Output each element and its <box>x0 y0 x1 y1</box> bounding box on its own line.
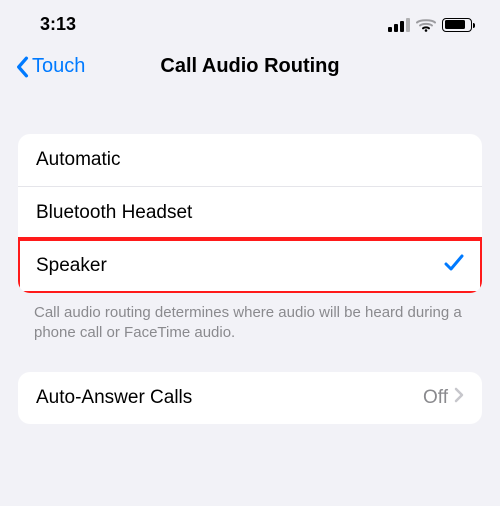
section-footer: Call audio routing determines where audi… <box>0 293 500 344</box>
option-label: Automatic <box>36 149 120 171</box>
back-label: Touch <box>32 55 85 78</box>
status-time: 3:13 <box>40 14 76 35</box>
navigation-bar: Touch Call Audio Routing <box>0 43 500 96</box>
status-bar: 3:13 <box>0 0 500 43</box>
row-label: Auto-Answer Calls <box>36 387 192 409</box>
cellular-signal-icon <box>388 18 410 32</box>
auto-answer-calls-row[interactable]: Auto-Answer Calls Off <box>18 372 482 424</box>
page-title: Call Audio Routing <box>160 55 339 78</box>
back-button[interactable]: Touch <box>14 55 85 78</box>
auto-answer-group: Auto-Answer Calls Off <box>18 372 482 424</box>
option-speaker[interactable]: Speaker <box>18 237 482 293</box>
option-bluetooth-headset[interactable]: Bluetooth Headset <box>18 186 482 239</box>
wifi-icon <box>416 18 436 32</box>
chevron-left-icon <box>14 56 30 78</box>
checkmark-icon <box>444 254 464 278</box>
routing-options-group: Automatic Bluetooth Headset Speaker <box>18 134 482 293</box>
option-automatic[interactable]: Automatic <box>18 134 482 186</box>
battery-icon <box>442 18 472 32</box>
chevron-right-icon <box>454 387 464 409</box>
option-label: Bluetooth Headset <box>36 202 192 224</box>
option-label: Speaker <box>36 255 107 277</box>
status-right <box>388 18 472 32</box>
row-value: Off <box>423 387 448 409</box>
